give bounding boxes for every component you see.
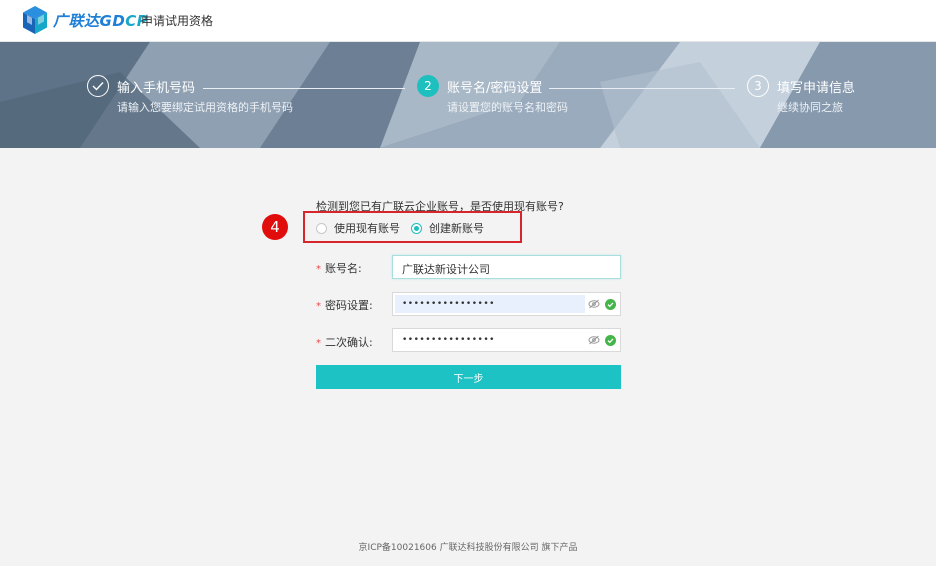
password-input[interactable]: ••••••••••••••••	[392, 292, 621, 316]
check-circle-icon	[605, 335, 616, 346]
step-connector-1	[203, 88, 405, 89]
radio-unchecked-icon[interactable]	[316, 222, 327, 234]
confirm-password-input[interactable]: ••••••••••••••••	[392, 328, 621, 352]
page-subtitle: 申请试用资格	[141, 14, 214, 28]
account-name-label: * 账号名:	[316, 262, 362, 275]
step-1-title: 输入手机号码	[117, 81, 196, 96]
radio-label: 创建新账号	[429, 222, 484, 235]
footer-copyright: 京ICP备10021606 广联达科技股份有限公司 旗下产品	[358, 543, 578, 553]
steps-banner: 输入手机号码 请输入您要绑定试用资格的手机号码 2 账号名/密码设置 请设置您的…	[0, 42, 936, 148]
logo-text: 广联达GDCP	[53, 12, 149, 30]
step-2-circle: 2	[417, 75, 439, 97]
next-step-button[interactable]: 下一步	[316, 365, 621, 389]
password-label: * 密码设置:	[316, 299, 373, 312]
step-connector-2	[549, 88, 735, 89]
step-3-title: 填写申请信息	[777, 81, 856, 96]
radio-create-new-account[interactable]: 创建新账号	[411, 221, 484, 235]
logo-cube-icon	[23, 6, 47, 34]
step-3-desc: 继续协同之旅	[777, 101, 843, 114]
radio-use-existing-account[interactable]: 使用现有账号	[316, 221, 400, 235]
confirm-password-value: ••••••••••••••••	[402, 335, 495, 345]
eye-off-icon[interactable]	[588, 299, 600, 309]
annotation-badge: 4	[262, 214, 288, 240]
confirm-password-label: * 二次确认:	[316, 336, 373, 349]
top-header: 广联达GDCP 申请试用资格	[0, 0, 936, 42]
step-2-title: 账号名/密码设置	[447, 81, 543, 96]
eye-off-icon[interactable]	[588, 335, 600, 345]
radio-label: 使用现有账号	[334, 222, 400, 235]
account-name-value: 广联达新设计公司	[402, 263, 490, 276]
password-value: ••••••••••••••••	[402, 299, 495, 309]
step-1-circle	[87, 75, 109, 97]
step-3-circle: 3	[747, 75, 769, 97]
check-icon	[92, 82, 104, 91]
account-name-input[interactable]: 广联达新设计公司	[392, 255, 621, 279]
check-circle-icon	[605, 299, 616, 310]
step-2-desc: 请设置您的账号名和密码	[447, 101, 568, 114]
radio-checked-icon[interactable]	[411, 222, 422, 234]
step-1-desc: 请输入您要绑定试用资格的手机号码	[117, 101, 293, 114]
